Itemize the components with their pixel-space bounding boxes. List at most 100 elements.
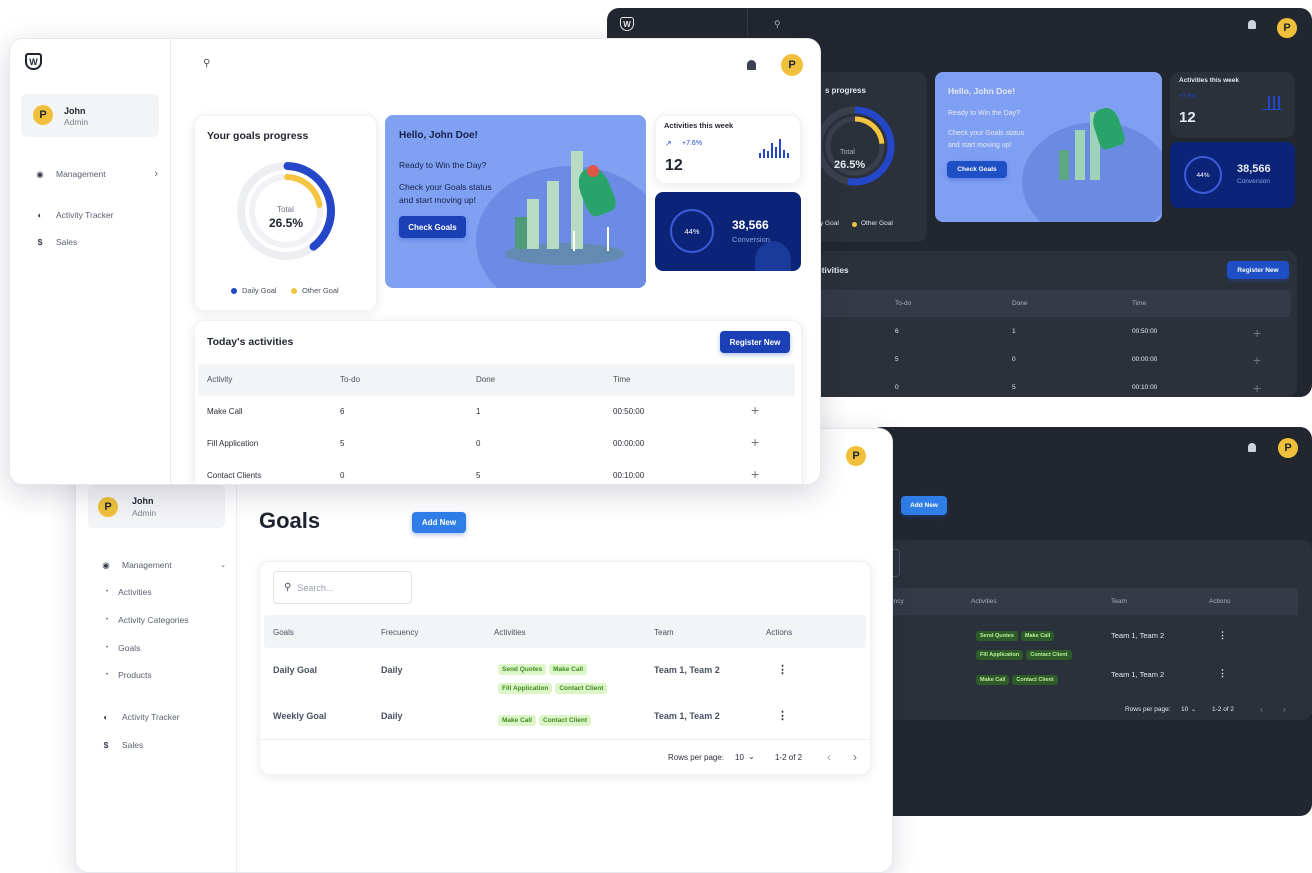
chevron-down-icon[interactable]: ⌄: [748, 752, 755, 761]
search-input[interactable]: ⚲ Search...: [273, 571, 412, 604]
row-frequency: Daily: [381, 711, 403, 721]
next-page-icon[interactable]: ›: [853, 750, 857, 764]
hero-line2: Check your Goals status: [399, 182, 492, 192]
avatar[interactable]: P: [1277, 18, 1297, 38]
activity-tag: Make Call: [549, 664, 588, 675]
row-actions-icon[interactable]: ⋮: [777, 709, 788, 722]
sidebar-item-label: Management: [122, 560, 172, 570]
legend-daily: y Goal: [820, 220, 839, 227]
sidebar-item-sales[interactable]: $ Sales: [34, 236, 78, 248]
row-actions-icon[interactable]: ⋮: [777, 663, 788, 676]
chevron-down-icon[interactable]: ⌄: [1191, 706, 1196, 713]
avatar[interactable]: P: [33, 105, 53, 125]
register-new-button[interactable]: Register New: [720, 331, 790, 353]
row-actions-icon[interactable]: ⋮: [1218, 668, 1227, 679]
activity-tag: Make Call: [1020, 631, 1055, 641]
chevron-down-icon: ⌄: [220, 562, 226, 569]
prev-page-icon[interactable]: ‹: [1260, 705, 1263, 714]
header-activities: Activities: [971, 598, 997, 605]
hero-greeting: Hello, John Doe!: [948, 86, 1016, 96]
register-new-button[interactable]: Register New: [1227, 261, 1289, 279]
row-done: 5: [1012, 384, 1016, 391]
table-header: [870, 588, 1298, 615]
add-row-icon[interactable]: +: [751, 403, 759, 417]
row-time: 00:00:00: [1132, 356, 1158, 363]
row-todo: 6: [895, 328, 899, 335]
add-new-button[interactable]: Add New: [412, 512, 466, 533]
hero-line1: Ready to Win the Day?: [399, 160, 487, 170]
shield-icon: ◉: [102, 559, 110, 570]
conversion-value: 38,566: [1237, 163, 1271, 175]
avatar[interactable]: P: [1278, 438, 1298, 458]
bell-icon[interactable]: [1248, 443, 1256, 452]
row-todo: 5: [895, 356, 899, 363]
rows-per-page-select[interactable]: 10: [1181, 706, 1188, 713]
bell-icon[interactable]: [747, 60, 756, 70]
add-row-icon[interactable]: +: [751, 467, 759, 481]
progress-title: Your goals progress: [207, 130, 309, 142]
sidebar-item-products[interactable]: • Products: [106, 670, 152, 680]
avatar[interactable]: P: [781, 54, 803, 76]
gauge-icon: ◐: [37, 210, 43, 220]
conversion-ring: 44%: [1184, 156, 1222, 194]
prev-page-icon[interactable]: ‹: [827, 750, 831, 764]
table-header: [793, 290, 1291, 317]
activity-tags: Make Call Contact Client: [498, 709, 638, 728]
search-icon[interactable]: ⚲: [774, 19, 781, 30]
add-new-button[interactable]: Add New: [901, 496, 947, 515]
check-goals-button[interactable]: Check Goals: [399, 216, 466, 238]
bar-chart-icon: [1262, 96, 1282, 110]
legend-other: Other Goal: [302, 286, 339, 295]
progress-title: s progress: [825, 86, 866, 95]
sidebar-item-activity-tracker[interactable]: ◐ Activity Tracker: [100, 711, 179, 723]
conversion-label: Conversion: [1237, 178, 1270, 185]
activity-tag: Send Quotes: [498, 664, 547, 675]
row-actions-icon[interactable]: ⋮: [1218, 630, 1227, 641]
next-page-icon[interactable]: ›: [1283, 705, 1286, 714]
weekly-trend: +7.6%: [1179, 94, 1197, 100]
row-time: 00:00:00: [613, 439, 645, 448]
conversion-value: 38,566: [732, 218, 769, 232]
user-role: Admin: [132, 508, 157, 518]
add-row-icon[interactable]: +: [751, 435, 759, 449]
weekly-title: Activities this week: [1179, 77, 1239, 84]
sidebar-item-goals[interactable]: • Goals: [106, 643, 140, 653]
search-icon[interactable]: ⚲: [203, 58, 210, 69]
row-team: Team 1, Team 2: [1111, 670, 1165, 679]
row-done: 0: [476, 439, 481, 448]
rows-per-page-select[interactable]: 10: [735, 753, 744, 762]
sidebar-item-sales[interactable]: $ Sales: [100, 739, 144, 751]
sidebar-item-label: Activity Tracker: [56, 210, 114, 220]
sidebar-item-management[interactable]: ◉ Management ⌄: [100, 559, 226, 571]
row-done: 0: [1012, 356, 1016, 363]
illustration-bar: [515, 217, 527, 249]
row-activity: Make Call: [207, 407, 243, 416]
sidebar-item-activity-categories[interactable]: • Activity Categories: [106, 615, 189, 625]
add-row-icon[interactable]: +: [1253, 381, 1261, 395]
hero-line3: and start moving up!: [948, 142, 1012, 149]
row-team: Team 1, Team 2: [654, 665, 720, 675]
check-goals-button[interactable]: Check Goals: [947, 161, 1007, 178]
hero-greeting: Hello, John Doe!: [399, 130, 478, 141]
search-placeholder: Search...: [297, 582, 334, 593]
sidebar-item-activities[interactable]: • Activities: [106, 587, 152, 597]
header-done: Done: [476, 375, 496, 384]
gauge-icon: ◐: [103, 712, 109, 722]
sidebar-item-management[interactable]: ◉ Management ›: [34, 168, 158, 180]
legend-other-dot: [291, 288, 297, 294]
row-team: Team 1, Team 2: [654, 711, 720, 721]
row-activity: Fill Application: [207, 439, 259, 448]
add-row-icon[interactable]: +: [1253, 326, 1261, 340]
avatar[interactable]: P: [846, 446, 866, 466]
avatar[interactable]: P: [98, 497, 118, 517]
header-time: Time: [613, 375, 631, 384]
add-row-icon[interactable]: +: [1253, 353, 1261, 367]
user-role: Admin: [64, 117, 89, 127]
sidebar-item-label: Sales: [122, 740, 144, 750]
hero-line2: Check your Goals status: [948, 130, 1025, 137]
sidebar-item-activity-tracker[interactable]: ◐ Activity Tracker: [34, 209, 114, 221]
bell-icon[interactable]: [1248, 20, 1256, 29]
conversion-label: Conversion: [732, 235, 770, 244]
bar-chart-icon: [759, 139, 789, 158]
illustration-bar: [547, 181, 559, 249]
